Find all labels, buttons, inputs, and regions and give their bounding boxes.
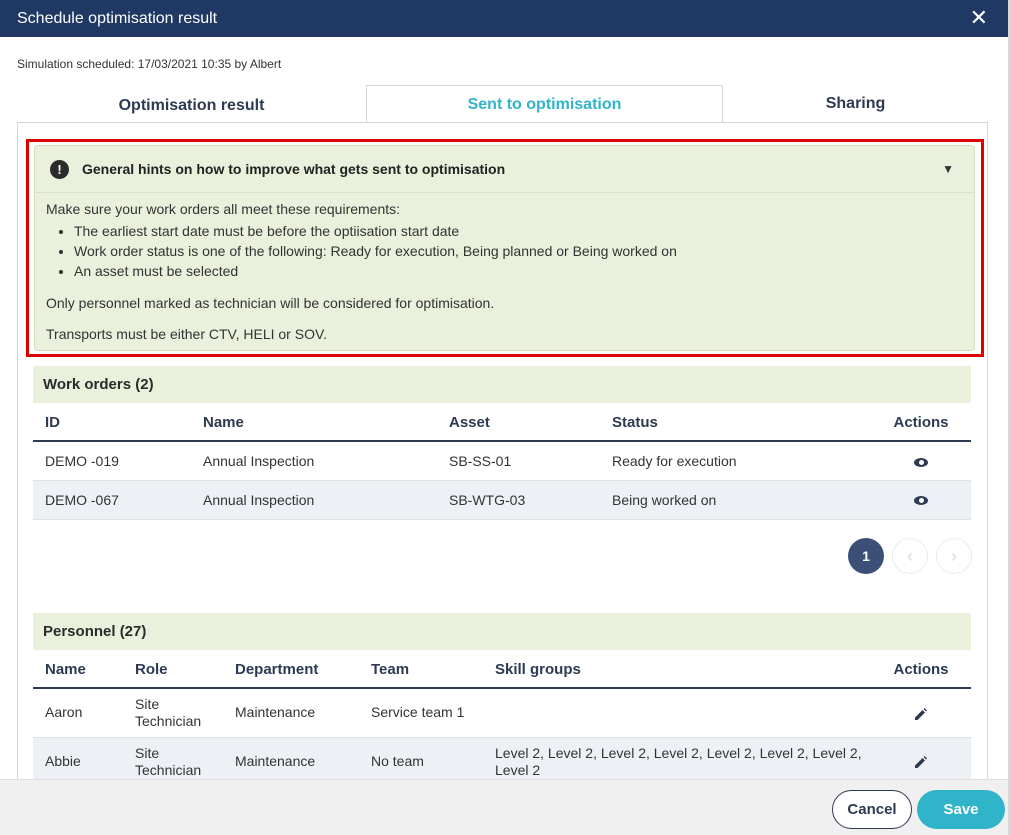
- personnel-skills: [483, 688, 871, 738]
- pencil-icon[interactable]: [914, 755, 928, 769]
- dialog-footer: Cancel Save: [0, 779, 1008, 835]
- column-header-id[interactable]: ID: [33, 405, 191, 442]
- table-row: Aaron Site Technician Maintenance Servic…: [33, 688, 971, 738]
- personnel-skills: Level 2, Level 2, Level 2, Level 2, Leve…: [483, 737, 871, 782]
- simulation-info: Simulation scheduled: 17/03/2021 10:35 b…: [17, 57, 282, 71]
- personnel-role: Site Technician: [123, 737, 223, 782]
- personnel-header: Personnel (27): [33, 613, 971, 650]
- work-order-asset: SB-SS-01: [437, 441, 600, 481]
- hints-intro: Make sure your work orders all meet thes…: [46, 201, 401, 217]
- table-row: Abbie Site Technician Maintenance No tea…: [33, 737, 971, 782]
- actions-cell: [871, 688, 971, 738]
- work-orders-table: ID Name Asset Status Actions DEMO -019 A…: [33, 405, 971, 520]
- eye-icon[interactable]: [914, 457, 928, 467]
- table-row: DEMO -019 Annual Inspection SB-SS-01 Rea…: [33, 441, 971, 481]
- column-header-department[interactable]: Department: [223, 652, 359, 689]
- column-header-team[interactable]: Team: [359, 652, 483, 689]
- highlight-outline: ! General hints on how to improve what g…: [26, 139, 984, 357]
- personnel-team: No team: [359, 737, 483, 782]
- pencil-icon[interactable]: [914, 707, 928, 721]
- personnel-role: Site Technician: [123, 688, 223, 738]
- column-header-actions: Actions: [871, 652, 971, 689]
- work-orders-header: Work orders (2): [33, 366, 971, 403]
- work-order-status: Being worked on: [600, 480, 871, 520]
- close-icon[interactable]: ✕: [970, 5, 988, 31]
- tab-optimisation-result[interactable]: Optimisation result: [17, 87, 366, 125]
- personnel-table: Name Role Department Team Skill groups A…: [33, 652, 971, 782]
- next-page-button[interactable]: ›: [936, 538, 972, 574]
- hints-header[interactable]: ! General hints on how to improve what g…: [35, 146, 974, 193]
- hints-title: General hints on how to improve what get…: [82, 161, 506, 177]
- hints-panel: ! General hints on how to improve what g…: [34, 145, 975, 351]
- personnel-name: Abbie: [33, 737, 123, 782]
- column-header-name[interactable]: Name: [33, 652, 123, 689]
- eye-icon[interactable]: [914, 496, 928, 506]
- hints-body: Make sure your work orders all meet thes…: [35, 193, 974, 351]
- work-order-asset: SB-WTG-03: [437, 480, 600, 520]
- requirement-item: Work order status is one of the followin…: [74, 241, 963, 261]
- work-order-id: DEMO -019: [33, 441, 191, 481]
- tab-sent-to-optimisation[interactable]: Sent to optimisation: [366, 85, 723, 123]
- page-button-1[interactable]: 1: [848, 538, 884, 574]
- actions-cell: [871, 441, 971, 481]
- column-header-actions: Actions: [871, 405, 971, 442]
- work-order-name: Annual Inspection: [191, 441, 437, 481]
- requirements-list: The earliest start date must be before t…: [74, 221, 963, 281]
- dialog-titlebar: Schedule optimisation result ✕: [0, 0, 1008, 37]
- column-header-status[interactable]: Status: [600, 405, 871, 442]
- personnel-department: Maintenance: [223, 737, 359, 782]
- pagination: 1 ‹ ›: [848, 538, 972, 574]
- cancel-button[interactable]: Cancel: [832, 790, 912, 829]
- column-header-skill-groups[interactable]: Skill groups: [483, 652, 871, 689]
- requirement-item: The earliest start date must be before t…: [74, 221, 963, 241]
- dialog-title: Schedule optimisation result: [17, 9, 218, 27]
- table-row: DEMO -067 Annual Inspection SB-WTG-03 Be…: [33, 480, 971, 520]
- personnel-note: Only personnel marked as technician will…: [46, 295, 495, 311]
- exclamation-icon: !: [50, 159, 69, 179]
- save-button[interactable]: Save: [917, 790, 1005, 829]
- tab-sharing[interactable]: Sharing: [723, 85, 988, 123]
- actions-cell: [871, 737, 971, 782]
- caret-down-icon[interactable]: ▼: [942, 162, 954, 176]
- requirement-item: An asset must be selected: [74, 261, 963, 281]
- column-header-role[interactable]: Role: [123, 652, 223, 689]
- transport-note: Transports must be either CTV, HELI or S…: [46, 326, 327, 342]
- personnel-team: Service team 1: [359, 688, 483, 738]
- prev-page-button[interactable]: ‹: [892, 538, 928, 574]
- personnel-name: Aaron: [33, 688, 123, 738]
- tab-bar: Optimisation result Sent to optimisation…: [17, 85, 988, 123]
- work-order-id: DEMO -067: [33, 480, 191, 520]
- column-header-name[interactable]: Name: [191, 405, 437, 442]
- work-order-status: Ready for execution: [600, 441, 871, 481]
- work-order-name: Annual Inspection: [191, 480, 437, 520]
- tab-panel: ! General hints on how to improve what g…: [17, 122, 988, 782]
- actions-cell: [871, 480, 971, 520]
- personnel-department: Maintenance: [223, 688, 359, 738]
- column-header-asset[interactable]: Asset: [437, 405, 600, 442]
